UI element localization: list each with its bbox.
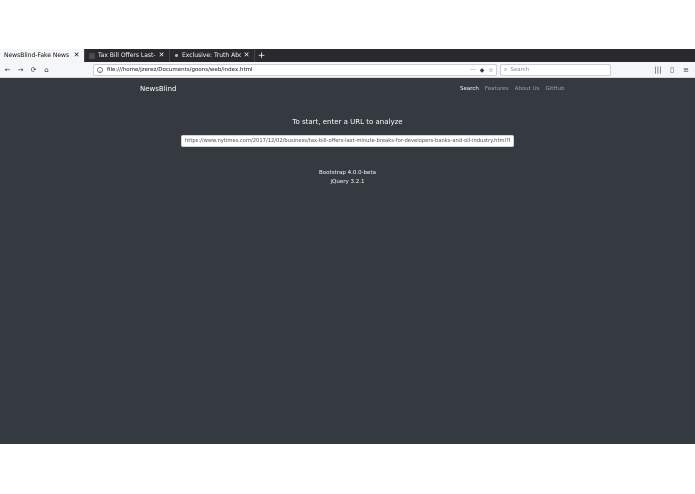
- credit-jquery: jQuery 3.2.1: [330, 179, 365, 185]
- tab-title: NewsBlind-Fake News Cla: [4, 52, 71, 59]
- more-actions-icon[interactable]: ···: [469, 67, 477, 74]
- tab-newsblind[interactable]: NewsBlind-Fake News Cla ✕: [0, 49, 85, 62]
- nav-link-github[interactable]: GitHub: [545, 86, 564, 92]
- site-brand[interactable]: NewsBlind: [140, 85, 177, 93]
- analyze-prompt: To start, enter a URL to analyze: [292, 118, 403, 126]
- reload-icon[interactable]: ⟳: [28, 64, 39, 75]
- tab-tax-bill[interactable]: Tax Bill Offers Last-Min ✕: [85, 49, 170, 62]
- library-icon[interactable]: |||: [652, 64, 664, 75]
- tab-exclusive[interactable]: Exclusive: Truth About ✕: [170, 49, 255, 62]
- tab-title: Exclusive: Truth About: [182, 52, 241, 59]
- forward-arrow-icon[interactable]: →: [15, 64, 26, 75]
- close-icon[interactable]: ✕: [158, 52, 165, 59]
- info-icon[interactable]: i: [97, 67, 103, 73]
- close-icon[interactable]: ✕: [73, 52, 80, 59]
- credit-bootstrap: Bootstrap 4.0.0-beta: [319, 170, 376, 176]
- address-url[interactable]: file:///home/jzerez/Documents/goons/web/…: [107, 67, 469, 73]
- search-icon: ⌕: [504, 66, 508, 73]
- nav-link-features[interactable]: Features: [485, 86, 509, 92]
- nav-link-search[interactable]: Search: [460, 86, 479, 92]
- search-bar[interactable]: ⌕ Search: [500, 64, 611, 76]
- nav-link-about[interactable]: About Us: [515, 86, 540, 92]
- back-arrow-icon[interactable]: ←: [2, 64, 13, 75]
- bookmark-star-icon[interactable]: ☆: [487, 67, 495, 74]
- sidebar-icon[interactable]: ▯: [666, 64, 678, 75]
- screen-top-margin: [0, 0, 695, 49]
- screen-bottom-margin: [0, 444, 695, 494]
- address-bar[interactable]: i file:///home/jzerez/Documents/goons/we…: [93, 64, 497, 76]
- tab-bar: NewsBlind-Fake News Cla ✕ Tax Bill Offer…: [0, 49, 695, 62]
- new-tab-button[interactable]: +: [255, 49, 268, 62]
- navigation-toolbar: ← → ⟳ ⌂ i file:///home/jzerez/Documents/…: [0, 62, 695, 78]
- search-placeholder: Search: [510, 67, 530, 73]
- close-icon[interactable]: ✕: [243, 52, 250, 59]
- web-page: NewsBlind Search Features About Us GitHu…: [0, 78, 695, 444]
- menu-icon[interactable]: ≡: [680, 64, 692, 75]
- nyt-favicon-icon: [89, 52, 95, 59]
- site-nav: Search Features About Us GitHub: [460, 86, 571, 92]
- toolbar-right-buttons: ||| ▯ ≡: [650, 64, 692, 75]
- home-icon[interactable]: ⌂: [41, 64, 52, 75]
- loading-dot-icon: [175, 54, 178, 57]
- pocket-icon[interactable]: ◆: [478, 67, 486, 74]
- tab-title: Tax Bill Offers Last-Min: [98, 52, 156, 59]
- article-url-input[interactable]: [181, 135, 514, 147]
